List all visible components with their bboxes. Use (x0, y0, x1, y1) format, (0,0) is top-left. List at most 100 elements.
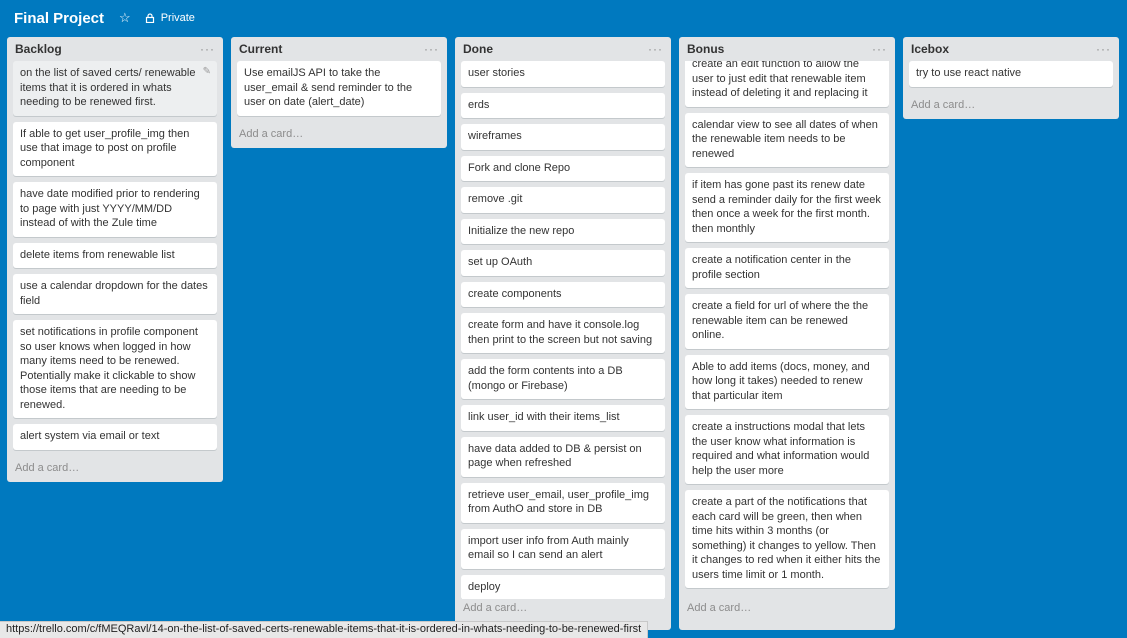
card-text: delete items from renewable list (20, 248, 175, 261)
card[interactable]: If able to get user_profile_img then use… (13, 121, 217, 176)
card-text: create an edit function to allow the use… (692, 61, 868, 99)
card[interactable]: remove .git (461, 187, 665, 213)
add-card-button[interactable]: Add a card… (679, 599, 895, 620)
add-card-button[interactable]: Add a card… (455, 599, 671, 620)
card-container[interactable]: create an edit function to allow the use… (679, 61, 895, 630)
list-menu-icon[interactable]: ··· (1096, 43, 1111, 55)
card-text: create a notification center in the prof… (692, 254, 851, 281)
card[interactable]: calendar view to see all dates of when t… (685, 112, 889, 167)
card[interactable]: link user_id with their items_list (461, 405, 665, 431)
list-header: Current ··· (231, 37, 447, 61)
lock-icon (145, 13, 154, 23)
card[interactable]: Fork and clone Repo (461, 155, 665, 181)
list-current: Current ··· Use emailJS API to take the … (231, 37, 447, 148)
card[interactable]: try to use react native (909, 61, 1113, 87)
card-text: Initialize the new repo (468, 224, 575, 237)
star-icon[interactable]: ☆ (119, 10, 131, 26)
card[interactable]: erds (461, 92, 665, 118)
card[interactable]: create a field for url of where the the … (685, 294, 889, 349)
card[interactable]: on the list of saved certs/ renewable it… (13, 61, 217, 116)
card-text: import user info from Auth mainly email … (468, 534, 629, 562)
card[interactable]: set notifications in profile component s… (13, 320, 217, 418)
card-text: Fork and clone Repo (468, 161, 571, 174)
card-text: create a field for url of where the the … (692, 300, 869, 341)
card[interactable]: wireframes (461, 124, 665, 150)
card[interactable]: create an edit function to allow the use… (685, 61, 889, 107)
card-text: have date modified prior to rendering to… (20, 188, 200, 229)
card[interactable]: use a calendar dropdown for the dates fi… (13, 274, 217, 314)
add-card-button[interactable]: Add a card… (231, 122, 447, 148)
add-card-button[interactable]: Add a card… (7, 456, 223, 482)
board-title[interactable]: Final Project (14, 10, 104, 27)
card[interactable]: Able to add items (docs, money, and how … (685, 354, 889, 409)
card[interactable]: Initialize the new repo (461, 218, 665, 244)
card-text: use a calendar dropdown for the dates fi… (20, 280, 208, 307)
card-text: try to use react native (916, 67, 1022, 79)
list-menu-icon[interactable]: ··· (424, 43, 439, 55)
card[interactable]: create components (461, 281, 665, 307)
card-text: retrieve user_email, user_profile_img fr… (468, 488, 649, 516)
card-text: remove .git (468, 193, 523, 205)
list-header: Done ··· (455, 37, 671, 61)
list-menu-icon[interactable]: ··· (648, 43, 663, 55)
card-text: Able to add items (docs, money, and how … (692, 360, 870, 402)
card[interactable]: create form and have it console.log then… (461, 313, 665, 353)
card[interactable]: create a part of the notifications that … (685, 490, 889, 588)
card-text: create a instructions modal that lets th… (692, 421, 870, 477)
status-bar-url: https://trello.com/c/fMEQRavl/14-on-the-… (0, 621, 649, 638)
card-text: on the list of saved certs/ renewable it… (20, 67, 196, 108)
card-text: Use emailJS API to take the user_email &… (244, 67, 413, 108)
privacy-button[interactable]: Private (145, 12, 195, 24)
card-text: alert system via email or text (20, 430, 160, 442)
list-menu-icon[interactable]: ··· (200, 43, 215, 55)
card[interactable]: create a notification center in the prof… (685, 248, 889, 288)
card-text: if item has gone past its renew date sen… (692, 179, 881, 235)
card[interactable]: have data added to DB & persist on page … (461, 436, 665, 477)
card-text: calendar view to see all dates of when t… (692, 118, 878, 160)
list-menu-icon[interactable]: ··· (872, 43, 887, 55)
card-text: deploy (468, 580, 501, 593)
list-title[interactable]: Backlog (15, 42, 62, 56)
card-scroll-content: create an edit function to allow the use… (685, 61, 889, 588)
pencil-icon[interactable]: ✎ (203, 65, 211, 80)
card-text: add the form contents into a DB (mongo o… (468, 365, 623, 392)
add-card-button[interactable]: Add a card… (903, 93, 1119, 119)
list-title[interactable]: Bonus (687, 42, 724, 56)
board-header: Final Project ☆ Private (0, 0, 1127, 36)
list-bonus: Bonus ··· create an edit function to all… (679, 37, 895, 630)
card-container: on the list of saved certs/ renewable it… (7, 61, 223, 456)
card[interactable]: create a instructions modal that lets th… (685, 415, 889, 484)
list-header: Backlog ··· (7, 37, 223, 61)
list-done: Done ··· user stories erds wireframes Fo… (455, 37, 671, 630)
card[interactable]: user stories (461, 61, 665, 87)
list-header: Icebox ··· (903, 37, 1119, 61)
card[interactable]: Use emailJS API to take the user_email &… (237, 61, 441, 116)
card[interactable]: deploy (461, 574, 665, 600)
card-container: try to use react native (903, 61, 1119, 93)
card-text: erds (468, 98, 490, 111)
card[interactable]: have date modified prior to rendering to… (13, 182, 217, 237)
list-title[interactable]: Current (239, 42, 282, 56)
card-text: user stories (468, 67, 525, 79)
card[interactable]: alert system via email or text (13, 424, 217, 450)
card-text: set up OAuth (468, 256, 533, 268)
card-container[interactable]: user stories erds wireframes Fork and cl… (455, 61, 671, 630)
card[interactable]: if item has gone past its renew date sen… (685, 173, 889, 242)
card[interactable]: delete items from renewable list (13, 242, 217, 268)
list-header: Bonus ··· (679, 37, 895, 61)
list-icebox: Icebox ··· try to use react native Add a… (903, 37, 1119, 119)
card-text: create components (468, 287, 562, 300)
card-text: wireframes (468, 130, 522, 142)
card-container: Use emailJS API to take the user_email &… (231, 61, 447, 122)
card[interactable]: set up OAuth (461, 250, 665, 276)
card[interactable]: add the form contents into a DB (mongo o… (461, 359, 665, 399)
card[interactable]: import user info from Auth mainly email … (461, 528, 665, 569)
list-title[interactable]: Icebox (911, 42, 949, 56)
card-text: set notifications in profile component s… (20, 326, 198, 411)
card-text: link user_id with their items_list (468, 411, 620, 423)
card-text: If able to get user_profile_img then use… (20, 127, 190, 169)
card[interactable]: retrieve user_email, user_profile_img fr… (461, 482, 665, 523)
list-title[interactable]: Done (463, 42, 493, 56)
card-text: create form and have it console.log then… (468, 319, 653, 346)
card-text: have data added to DB & persist on page … (468, 442, 642, 470)
